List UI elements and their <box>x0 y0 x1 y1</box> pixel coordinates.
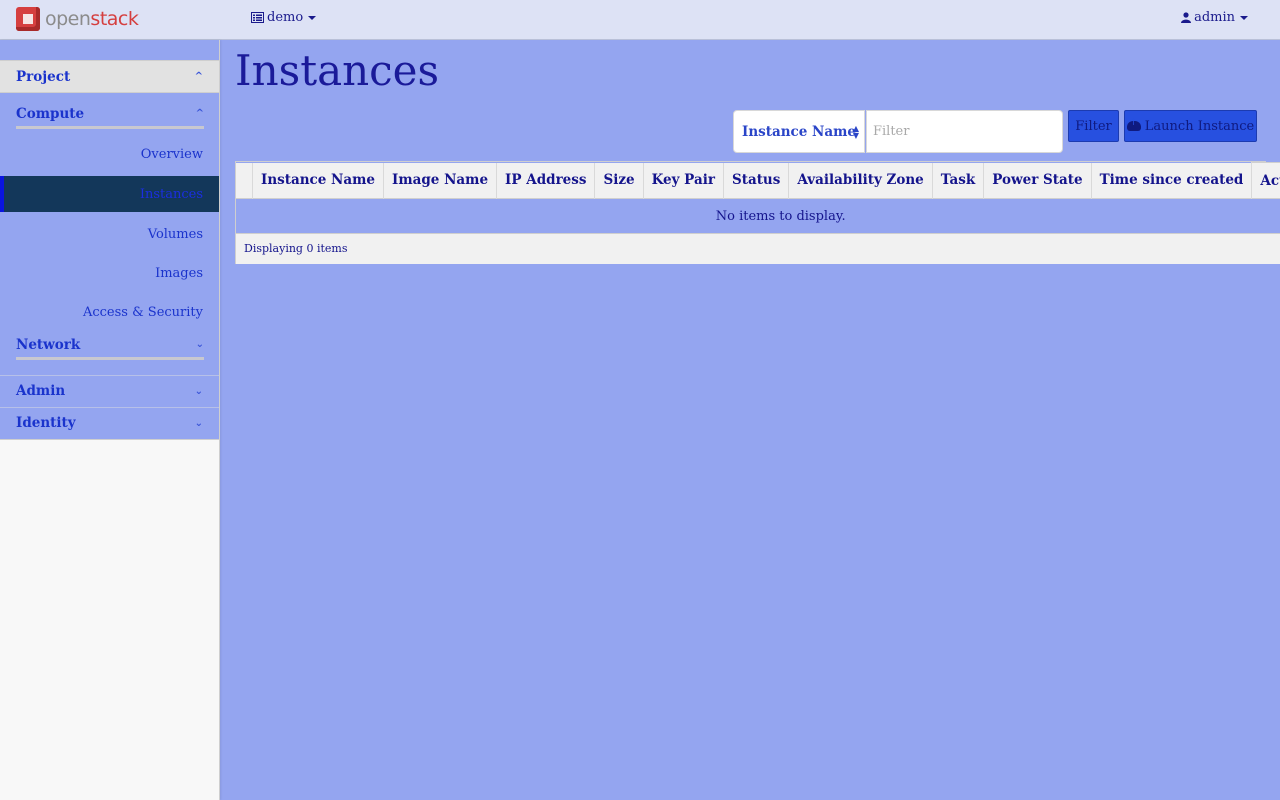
sidebar-section-label: Project <box>16 68 71 85</box>
empty-row: No items to display. <box>236 198 1280 234</box>
user-icon <box>1181 12 1192 23</box>
sidebar-panel-network[interactable]: Network ⌄ <box>16 332 204 360</box>
table-header-row: Instance Name Image Name IP Address Size… <box>236 162 1280 199</box>
chevron-down-icon: ⌄ <box>195 339 204 350</box>
logo-text: openstack <box>45 8 139 30</box>
column-header[interactable]: Key Pair <box>643 162 724 199</box>
sidebar: Project ^ Compute ^ Overview Instances V… <box>0 40 220 800</box>
items-count: Displaying 0 items <box>236 233 1280 264</box>
column-header[interactable]: IP Address <box>496 162 596 199</box>
caret-down-icon <box>1240 15 1248 20</box>
sidebar-panel-compute[interactable]: Compute ^ <box>16 101 204 129</box>
sidebar-item-overview[interactable]: Overview <box>0 136 219 172</box>
sidebar-section-identity[interactable]: Identity ⌄ <box>0 407 219 439</box>
list-icon <box>251 12 264 23</box>
user-dropdown-label: admin <box>1194 10 1235 25</box>
column-header[interactable]: Instance Name <box>252 162 384 199</box>
empty-message: No items to display. <box>236 198 1280 234</box>
select-arrows-icon: ▲ ▼ <box>852 124 859 140</box>
launch-instance-button[interactable]: Launch Instance <box>1124 110 1257 142</box>
sidebar-panel-label: Network <box>16 336 81 353</box>
sidebar-item-instances[interactable]: Instances <box>0 176 219 212</box>
sidebar-item-label: Volumes <box>147 226 203 242</box>
instances-table: Instance Name Image Name IP Address Size… <box>235 161 1280 264</box>
openstack-logo[interactable]: openstack <box>16 6 139 32</box>
project-dropdown[interactable]: demo <box>251 10 317 25</box>
chevron-up-icon: ^ <box>194 71 203 82</box>
column-header[interactable]: Time since created <box>1091 162 1253 199</box>
column-header[interactable]: Power State <box>983 162 1092 199</box>
column-header-actions: Actions <box>1251 162 1280 199</box>
chevron-down-icon: ⌄ <box>194 417 203 429</box>
filter-button[interactable]: Filter <box>1068 110 1119 142</box>
filter-field-select-value: Instance Name <box>742 123 856 140</box>
chevron-down-icon: ⌄ <box>194 385 203 397</box>
filter-button-label: Filter <box>1075 118 1112 134</box>
sidebar-item-label: Overview <box>140 146 203 162</box>
column-header[interactable]: Status <box>723 162 790 199</box>
column-header[interactable]: Availability Zone <box>788 162 933 199</box>
caret-down-icon <box>308 15 317 20</box>
launch-instance-label: Launch Instance <box>1144 118 1255 134</box>
select-all-column[interactable] <box>236 162 253 199</box>
sidebar-item-images[interactable]: Images <box>0 255 219 291</box>
openstack-logo-icon <box>16 7 40 31</box>
chevron-up-icon: ^ <box>195 108 204 119</box>
sidebar-item-label: Instances <box>139 186 203 202</box>
project-dropdown-label: demo <box>267 10 304 25</box>
sidebar-section-label: Admin <box>16 383 66 399</box>
table-footer-row: Displaying 0 items <box>236 233 1280 264</box>
sidebar-item-label: Access & Security <box>82 304 203 320</box>
column-header[interactable]: Image Name <box>383 162 498 199</box>
top-navbar: openstack demo admin <box>0 0 1280 40</box>
sidebar-section-label: Identity <box>16 415 76 431</box>
sidebar-item-label: Images <box>155 265 203 281</box>
column-header[interactable]: Size <box>594 162 644 199</box>
sidebar-divider <box>0 439 219 440</box>
sidebar-panel-label: Compute <box>16 105 85 122</box>
page-title: Instances <box>235 46 440 95</box>
sidebar-section-project[interactable]: Project ^ <box>0 60 219 93</box>
filter-input[interactable] <box>866 110 1063 153</box>
sidebar-section-admin[interactable]: Admin ⌄ <box>0 375 219 407</box>
column-header[interactable]: Task <box>932 162 985 199</box>
sidebar-item-volumes[interactable]: Volumes <box>0 216 219 252</box>
user-dropdown[interactable]: admin <box>1181 10 1248 25</box>
filter-field-select[interactable]: Instance Name ▲ ▼ <box>733 110 865 153</box>
sidebar-item-access-security[interactable]: Access & Security <box>0 294 219 330</box>
cloud-upload-icon <box>1126 118 1141 131</box>
